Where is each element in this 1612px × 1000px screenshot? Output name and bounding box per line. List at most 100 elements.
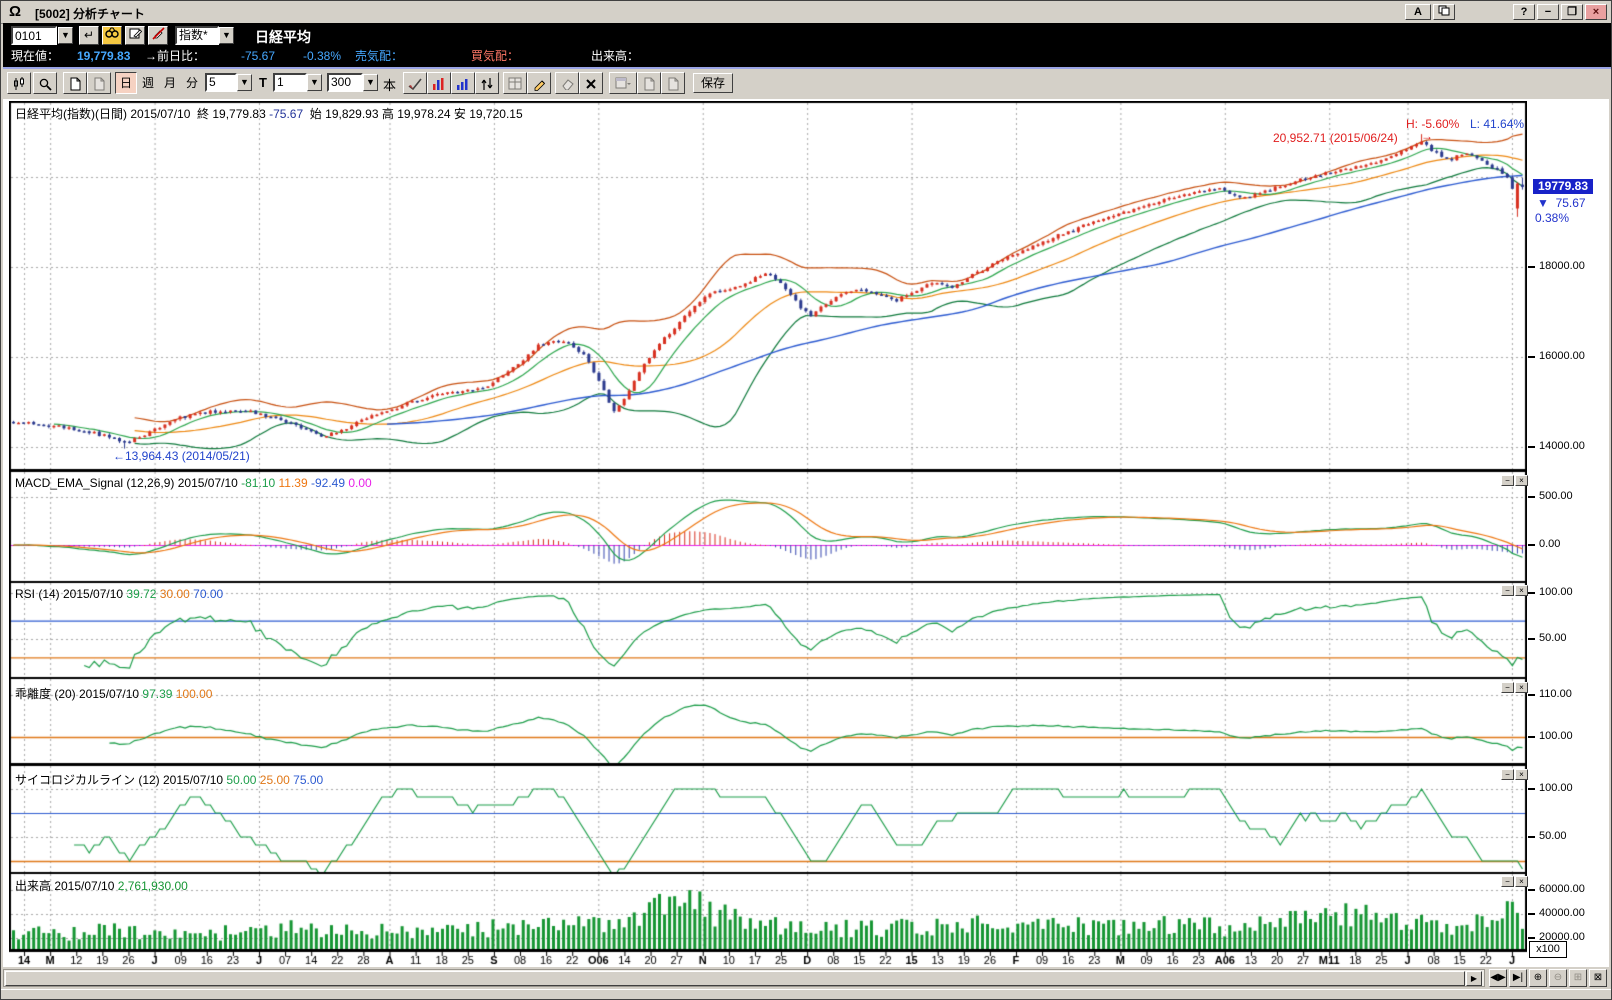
psy-panel-minimize-button[interactable]: −: [1501, 769, 1514, 780]
style-brush-button[interactable]: [403, 72, 427, 94]
axis-tick: [1528, 694, 1535, 696]
header-segment: 0.00: [345, 476, 372, 490]
vol-panel-minimize-button[interactable]: −: [1501, 876, 1514, 887]
axis-tick: [1528, 913, 1535, 915]
minute-span-dropdown[interactable]: ▼: [237, 74, 252, 91]
search-binoculars-button[interactable]: [102, 26, 122, 45]
axis-tick: [1528, 836, 1535, 838]
page-icon: [643, 77, 655, 91]
page-prev-button[interactable]: [63, 72, 87, 94]
nav-button-4: ⊖: [1549, 969, 1567, 987]
scrollbar-thumb[interactable]: [5, 971, 1465, 986]
period-minute-button[interactable]: 分: [181, 72, 203, 94]
category-select[interactable]: 指数*: [175, 26, 219, 45]
change-label: →前日比：: [145, 47, 205, 65]
dev-panel-minimize-button[interactable]: −: [1501, 682, 1514, 693]
load-page-button: [661, 72, 685, 94]
panel-header-psy: サイコロジカルライン (12) 2015/07/10 50.00 25.00 7…: [15, 771, 323, 788]
font-button[interactable]: A: [1405, 4, 1431, 20]
eraser-button: [555, 72, 579, 94]
page-icon: [667, 77, 679, 91]
restore-button[interactable]: ❐: [1561, 4, 1583, 20]
header-segment: 100.00: [172, 687, 212, 701]
axis-label: 50.00: [1539, 830, 1567, 842]
x-icon: [585, 78, 597, 90]
horizontal-scrollbar: ▶ ◀▶▶|⊕⊖⊞⊠: [3, 969, 1611, 989]
header-segment: 2,761,930.00: [118, 879, 188, 893]
axis-tick: [1528, 889, 1535, 891]
axis-tick: [1528, 592, 1535, 594]
period-month-button[interactable]: 月: [159, 72, 181, 94]
header-segment: 50.00: [226, 773, 256, 787]
scroll-right-button[interactable]: ▶: [1466, 971, 1482, 986]
draw-pencil-button[interactable]: [527, 72, 551, 94]
delete-all-button[interactable]: [579, 72, 603, 94]
volume-label: 出来高：: [591, 47, 639, 65]
macd-panel-close-button[interactable]: ×: [1515, 475, 1528, 486]
vol-panel-close-button[interactable]: ×: [1515, 876, 1528, 887]
minimize-button[interactable]: −: [1537, 4, 1559, 20]
candlestick-tool-button[interactable]: [7, 72, 31, 94]
bar-count-dropdown[interactable]: ▼: [363, 74, 378, 91]
save-button[interactable]: 保存: [693, 73, 733, 93]
dev-panel-close-button[interactable]: ×: [1515, 682, 1528, 693]
axis-label: 100.00: [1539, 782, 1573, 794]
status-bar: [1, 989, 1612, 1000]
symbol-dropdown-button[interactable]: ▼: [58, 27, 73, 44]
nav-button-6[interactable]: ⊠: [1589, 969, 1607, 987]
panel-header-macd: MACD_EMA_Signal (12,26,9) 2015/07/10 -81…: [15, 476, 372, 490]
nav-button-3[interactable]: ⊕: [1529, 969, 1547, 987]
copy-window-button[interactable]: [1433, 4, 1455, 20]
period-day-button[interactable]: 日: [115, 72, 137, 94]
t-label: T: [259, 72, 267, 94]
nav-button-2[interactable]: ▶|: [1509, 969, 1527, 987]
zoom-tool-button[interactable]: [33, 72, 57, 94]
scrollbar-track[interactable]: ▶: [3, 969, 1485, 987]
multi-color-bars-button[interactable]: [427, 72, 451, 94]
axis-label: 16000.00: [1539, 350, 1585, 362]
sort-updown-button[interactable]: [475, 72, 499, 94]
rsi-panel-minimize-button[interactable]: −: [1501, 585, 1514, 596]
nav-button-1[interactable]: ◀▶: [1489, 969, 1507, 987]
panel-header-vol: 出来高 2015/07/10 2,761,930.00: [15, 877, 188, 894]
magnifier-icon: [38, 77, 52, 91]
macd-panel-minimize-button[interactable]: −: [1501, 475, 1514, 486]
edit-memo-button[interactable]: [125, 26, 145, 45]
interval-dropdown[interactable]: ▼: [307, 74, 322, 91]
axis-label: 60000.00: [1539, 883, 1585, 895]
pencil-icon: [532, 77, 546, 91]
interval-select[interactable]: 1: [273, 73, 307, 92]
psy-panel-close-button[interactable]: ×: [1515, 769, 1528, 780]
category-dropdown-button[interactable]: ▼: [219, 27, 234, 44]
tag-pct: 0.38%: [1535, 211, 1569, 225]
chart-canvas[interactable]: [9, 101, 1527, 967]
panel-header-main: 日経平均(指数)(日間) 2015/07/10 終 19,779.83 -75.…: [15, 105, 523, 122]
copy-icon: [1438, 5, 1450, 16]
rsi-panel-close-button[interactable]: ×: [1515, 585, 1528, 596]
axis-label: 40000.00: [1539, 907, 1585, 919]
header-segment: -81.10: [241, 476, 275, 490]
header-segment: RSI (14) 2015/07/10: [15, 587, 126, 601]
enter-button[interactable]: ↵: [79, 26, 99, 45]
close-button[interactable]: ×: [1585, 4, 1607, 20]
blue-bars-button[interactable]: [451, 72, 475, 94]
header-segment: サイコロジカルライン (12) 2015/07/10: [15, 773, 226, 787]
clear-draw-button[interactable]: [148, 26, 168, 45]
high-arrow-icon: →: [1421, 129, 1433, 143]
symbol-code-input[interactable]: [11, 26, 57, 45]
save-page-button: [637, 72, 661, 94]
bar-count-select[interactable]: 300: [327, 73, 363, 92]
header-segment: 25.00: [256, 773, 289, 787]
volume-unit-box: x100: [1529, 941, 1567, 958]
help-button[interactable]: ?: [1513, 4, 1535, 20]
header-segment: MACD_EMA_Signal (12,26,9) 2015/07/10: [15, 476, 241, 490]
minute-span-select[interactable]: 5: [205, 73, 237, 92]
period-week-button[interactable]: 週: [137, 72, 159, 94]
header-segment: 97.39: [142, 687, 172, 701]
header-segment: 乖離度 (20) 2015/07/10: [15, 687, 142, 701]
app-window: Ω [5002] 分析チャート A ? − ❐ × ▼ ↵ 指数* ▼ 日経平均…: [0, 0, 1612, 1000]
updown-arrows-icon: [480, 77, 494, 91]
memo-icon: [129, 27, 142, 40]
red-blue-bars-icon: [432, 77, 446, 91]
header-segment: 11.39: [275, 476, 307, 490]
